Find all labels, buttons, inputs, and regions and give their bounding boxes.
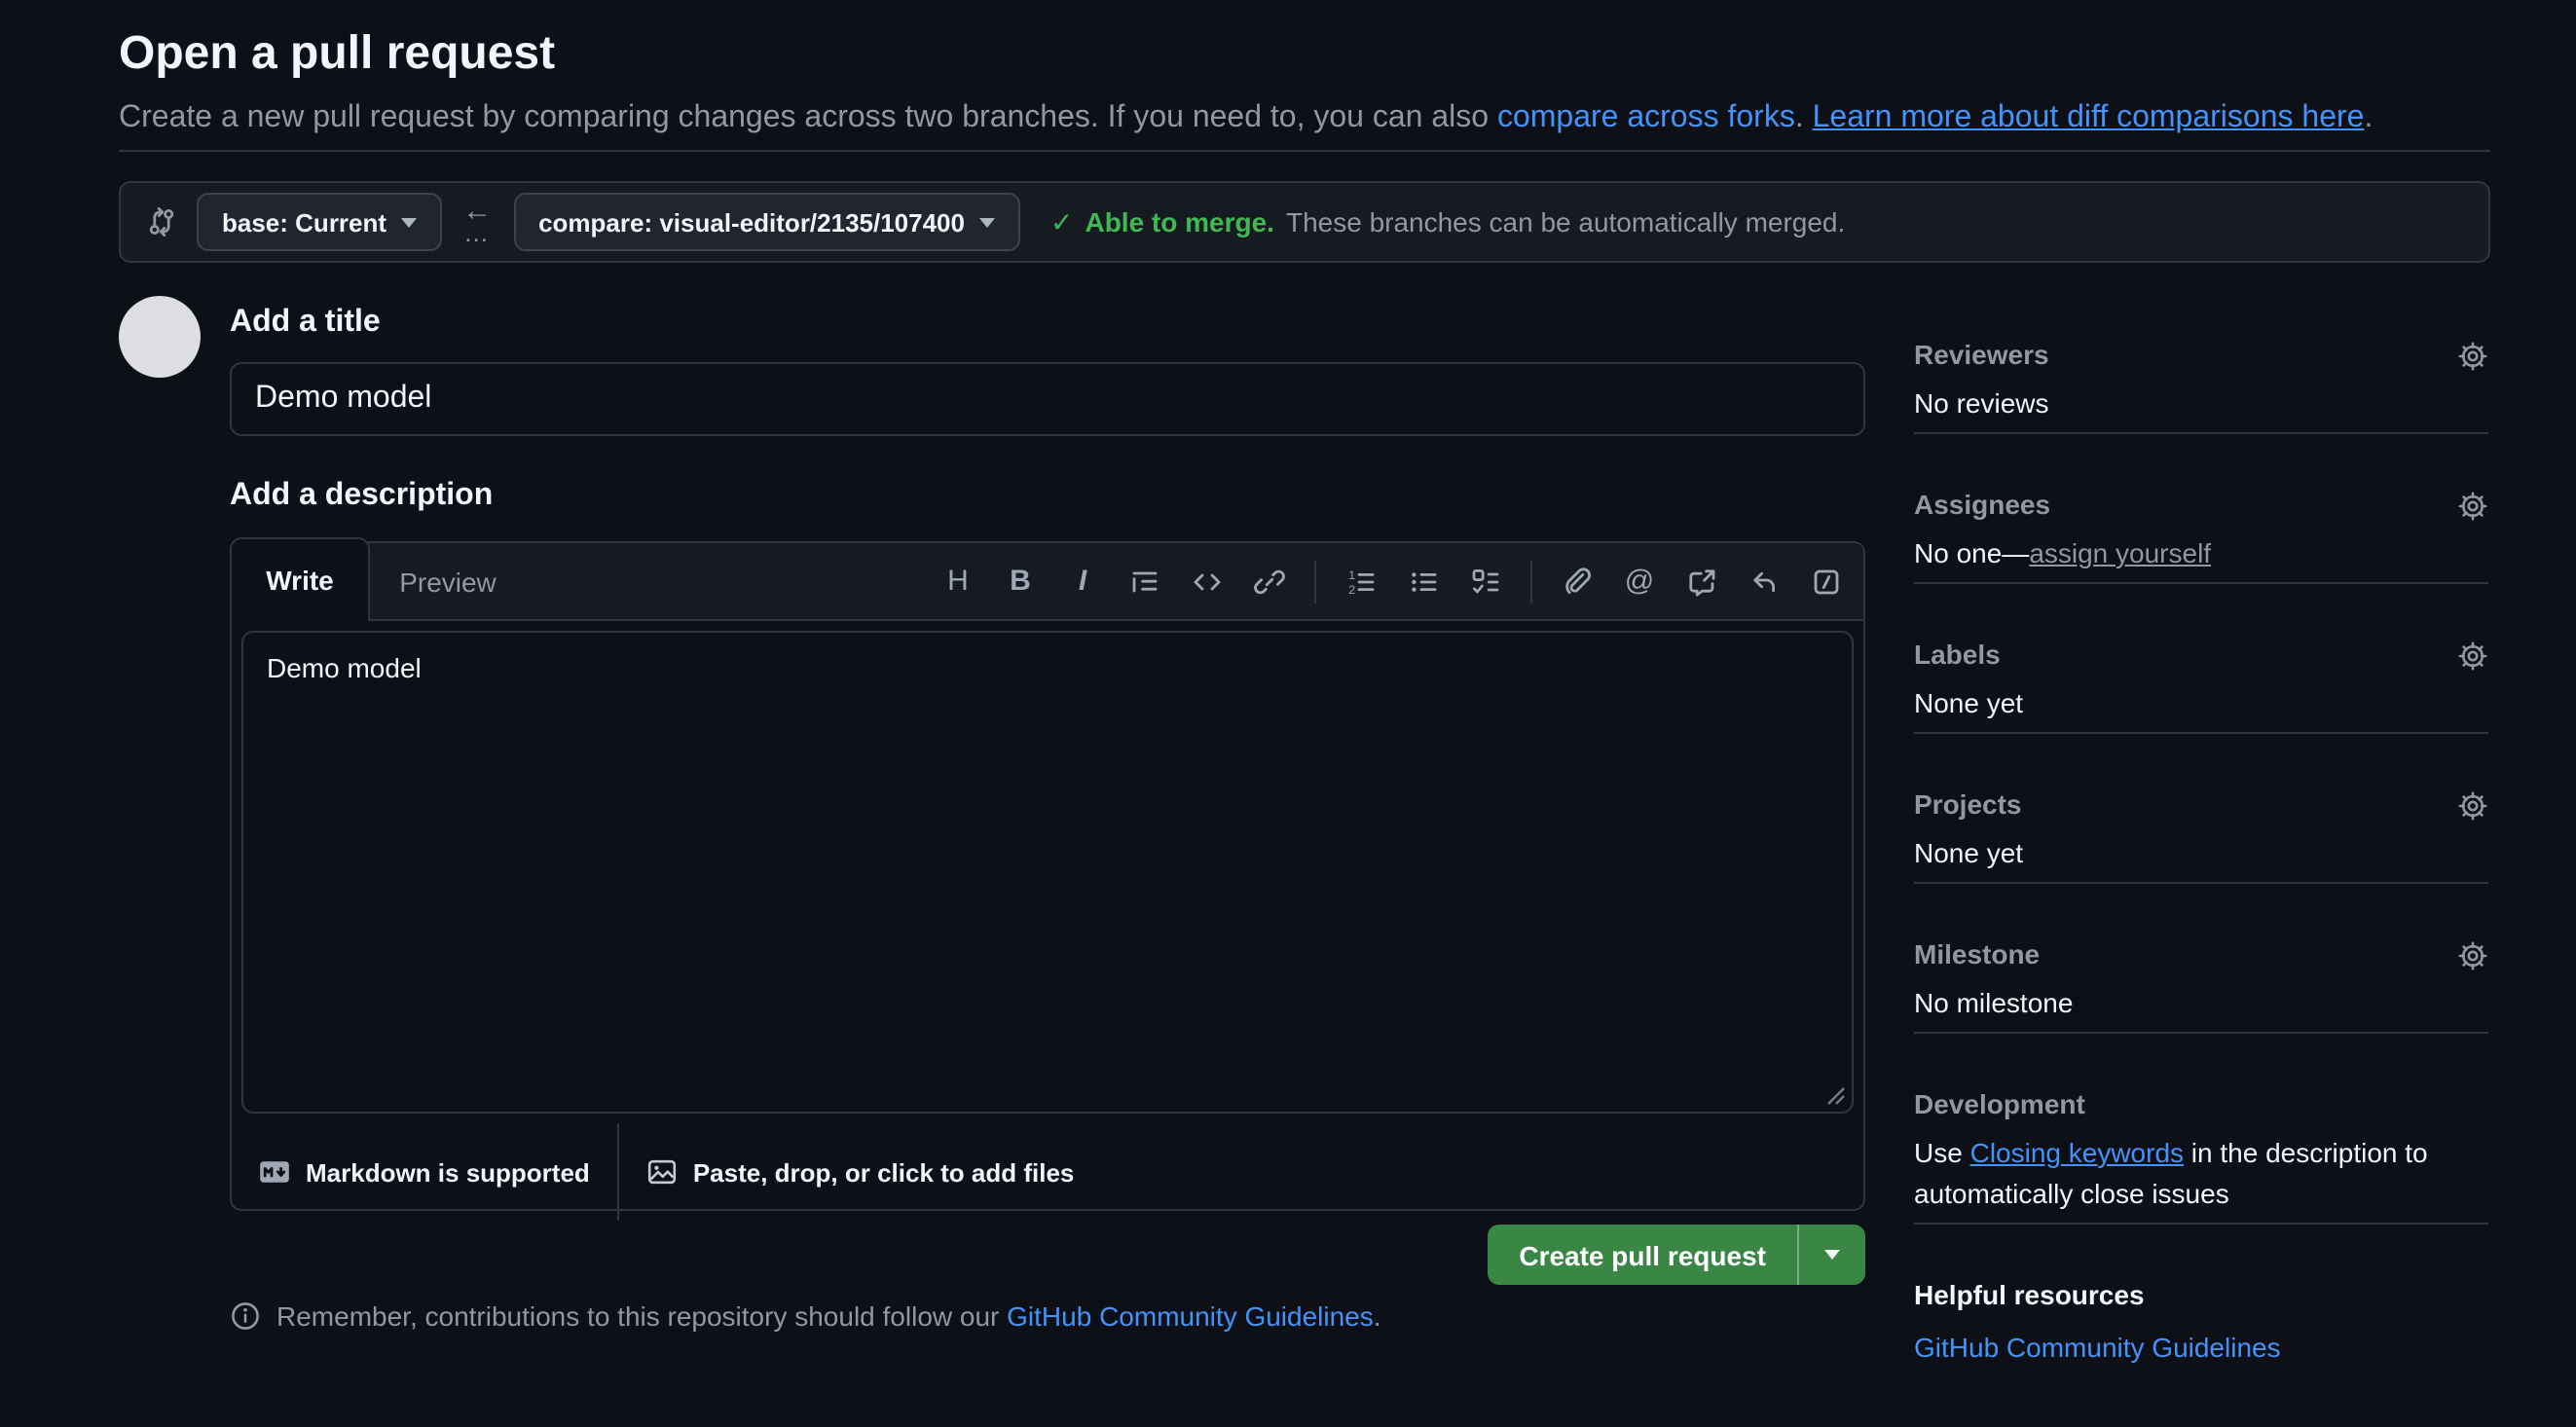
check-icon: ✓: [1050, 205, 1073, 238]
gear-icon[interactable]: [2457, 340, 2488, 371]
sidebar-section-labels: Labels None yet: [1914, 635, 2488, 734]
subtitle-separator: .: [1795, 101, 1813, 134]
compare-branch-label: compare: visual-editor/2135/107400: [538, 207, 965, 237]
pr-description-textarea[interactable]: Demo model: [241, 631, 1854, 1114]
create-pull-request-button[interactable]: Create pull request: [1488, 1225, 1797, 1285]
description-label: Add a description: [230, 479, 493, 514]
development-text: Use Closing keywords in the description …: [1914, 1133, 2488, 1215]
resize-grip-icon[interactable]: [1826, 1086, 1846, 1106]
description-editor: Write Preview H B I 12: [230, 541, 1865, 1211]
git-compare-icon: [146, 206, 177, 238]
learn-more-diff-link[interactable]: Learn more about diff comparisons here: [1813, 101, 2365, 134]
tab-write[interactable]: Write: [230, 537, 370, 621]
italic-icon[interactable]: I: [1065, 564, 1100, 599]
labels-heading: Labels: [1914, 635, 2001, 676]
toolbar-divider: [1314, 560, 1316, 603]
labels-value: None yet: [1914, 683, 2488, 724]
markdown-toolbar: H B I 12: [940, 560, 1863, 603]
editor-body: Demo model: [232, 621, 1863, 1123]
community-guidelines-note: Remember, contributions to this reposito…: [230, 1300, 1381, 1332]
gear-icon[interactable]: [2457, 490, 2488, 521]
subtitle-period: .: [2364, 101, 2373, 134]
sidebar-section-reviewers: Reviewers No reviews: [1914, 335, 2488, 434]
editor-header: Write Preview H B I 12: [232, 543, 1863, 621]
reviewers-heading: Reviewers: [1914, 335, 2049, 376]
subtitle-text: Create a new pull request by comparing c…: [119, 101, 1497, 134]
sidebar: Reviewers No reviews Assignees No one—as…: [1914, 335, 2488, 1427]
bold-icon[interactable]: B: [1003, 564, 1038, 599]
header-divider: [119, 150, 2490, 152]
avatar: [119, 296, 201, 378]
community-guidelines-link[interactable]: GitHub Community Guidelines: [1007, 1300, 1374, 1332]
heading-icon[interactable]: H: [940, 564, 975, 599]
gear-icon[interactable]: [2457, 789, 2488, 821]
sidebar-community-guidelines-link[interactable]: GitHub Community Guidelines: [1914, 1332, 2281, 1363]
projects-value: None yet: [1914, 833, 2488, 874]
markdown-note-text: Markdown is supported: [306, 1157, 590, 1187]
reply-icon[interactable]: [1747, 564, 1782, 599]
image-icon: [646, 1156, 678, 1188]
editor-footer: Markdown is supported Paste, drop, or cl…: [232, 1123, 1863, 1221]
sidebar-section-projects: Projects None yet: [1914, 785, 2488, 884]
attach-files-button[interactable]: Paste, drop, or click to add files: [646, 1156, 1075, 1188]
note-text: Remember, contributions to this reposito…: [276, 1300, 1381, 1332]
merge-status-bold: Able to merge.: [1085, 205, 1274, 237]
mention-icon[interactable]: @: [1622, 564, 1657, 599]
compare-across-forks-link[interactable]: compare across forks: [1497, 101, 1795, 134]
chevron-down-icon: [978, 217, 994, 227]
branch-compare-bar: base: Current ← … compare: visual-editor…: [119, 181, 2490, 263]
range-dots: …: [463, 222, 491, 243]
quote-icon[interactable]: [1127, 564, 1162, 599]
base-branch-label: base: Current: [222, 207, 386, 237]
slash-commands-icon[interactable]: [1809, 564, 1844, 599]
create-pull-request-dropdown[interactable]: [1797, 1225, 1865, 1285]
svg-text:1: 1: [1348, 567, 1355, 581]
helpful-resources-heading: Helpful resources: [1914, 1275, 2145, 1316]
milestone-heading: Milestone: [1914, 934, 2040, 975]
sidebar-section-assignees: Assignees No one—assign yourself: [1914, 485, 2488, 584]
markdown-supported-note[interactable]: Markdown is supported: [259, 1156, 590, 1188]
reviewers-value: No reviews: [1914, 384, 2488, 424]
page-subtitle: Create a new pull request by comparing c…: [119, 97, 2490, 138]
page-title: Open a pull request: [119, 27, 555, 82]
code-icon[interactable]: [1190, 564, 1225, 599]
base-branch-selector[interactable]: base: Current: [197, 193, 441, 251]
chevron-down-icon: [1824, 1250, 1840, 1260]
create-pull-request-label: Create pull request: [1519, 1239, 1766, 1270]
assignees-value: No one—assign yourself: [1914, 533, 2488, 574]
attach-file-icon[interactable]: [1560, 564, 1595, 599]
milestone-value: No milestone: [1914, 983, 2488, 1024]
closing-keywords-link[interactable]: Closing keywords: [1970, 1137, 2184, 1168]
chevron-down-icon: [400, 217, 416, 227]
sidebar-section-development: Development Use Closing keywords in the …: [1914, 1084, 2488, 1225]
compare-branch-selector[interactable]: compare: visual-editor/2135/107400: [513, 193, 1019, 251]
gear-icon[interactable]: [2457, 640, 2488, 671]
info-icon: [230, 1300, 261, 1332]
footer-divider: [617, 1123, 619, 1221]
title-label: Add a title: [230, 306, 381, 341]
gear-icon[interactable]: [2457, 939, 2488, 970]
numbered-list-icon[interactable]: 12: [1343, 564, 1379, 599]
merge-status-text: These branches can be automatically merg…: [1286, 205, 1845, 237]
sidebar-section-helpful-resources: Helpful resources GitHub Community Guide…: [1914, 1275, 2488, 1376]
pull-request-page: Open a pull request Create a new pull re…: [0, 0, 2576, 1341]
compare-range-indicator: ← …: [462, 201, 492, 243]
tab-preview[interactable]: Preview: [372, 543, 524, 619]
assign-yourself-link[interactable]: assign yourself: [2029, 537, 2211, 568]
development-heading: Development: [1914, 1084, 2085, 1125]
bullet-list-icon[interactable]: [1406, 564, 1441, 599]
toolbar-divider: [1530, 560, 1532, 603]
create-pull-request-split-button: Create pull request: [1488, 1225, 1865, 1285]
assignees-heading: Assignees: [1914, 485, 2050, 526]
link-icon[interactable]: [1252, 564, 1287, 599]
pr-title-input[interactable]: [230, 362, 1865, 436]
task-list-icon[interactable]: [1468, 564, 1503, 599]
markdown-icon: [259, 1156, 290, 1188]
sidebar-section-milestone: Milestone No milestone: [1914, 934, 2488, 1034]
merge-status: ✓ Able to merge. These branches can be a…: [1050, 205, 1845, 238]
cross-reference-icon[interactable]: [1684, 564, 1719, 599]
attach-note-text: Paste, drop, or click to add files: [693, 1157, 1075, 1187]
svg-text:2: 2: [1348, 582, 1355, 596]
projects-heading: Projects: [1914, 785, 2022, 825]
